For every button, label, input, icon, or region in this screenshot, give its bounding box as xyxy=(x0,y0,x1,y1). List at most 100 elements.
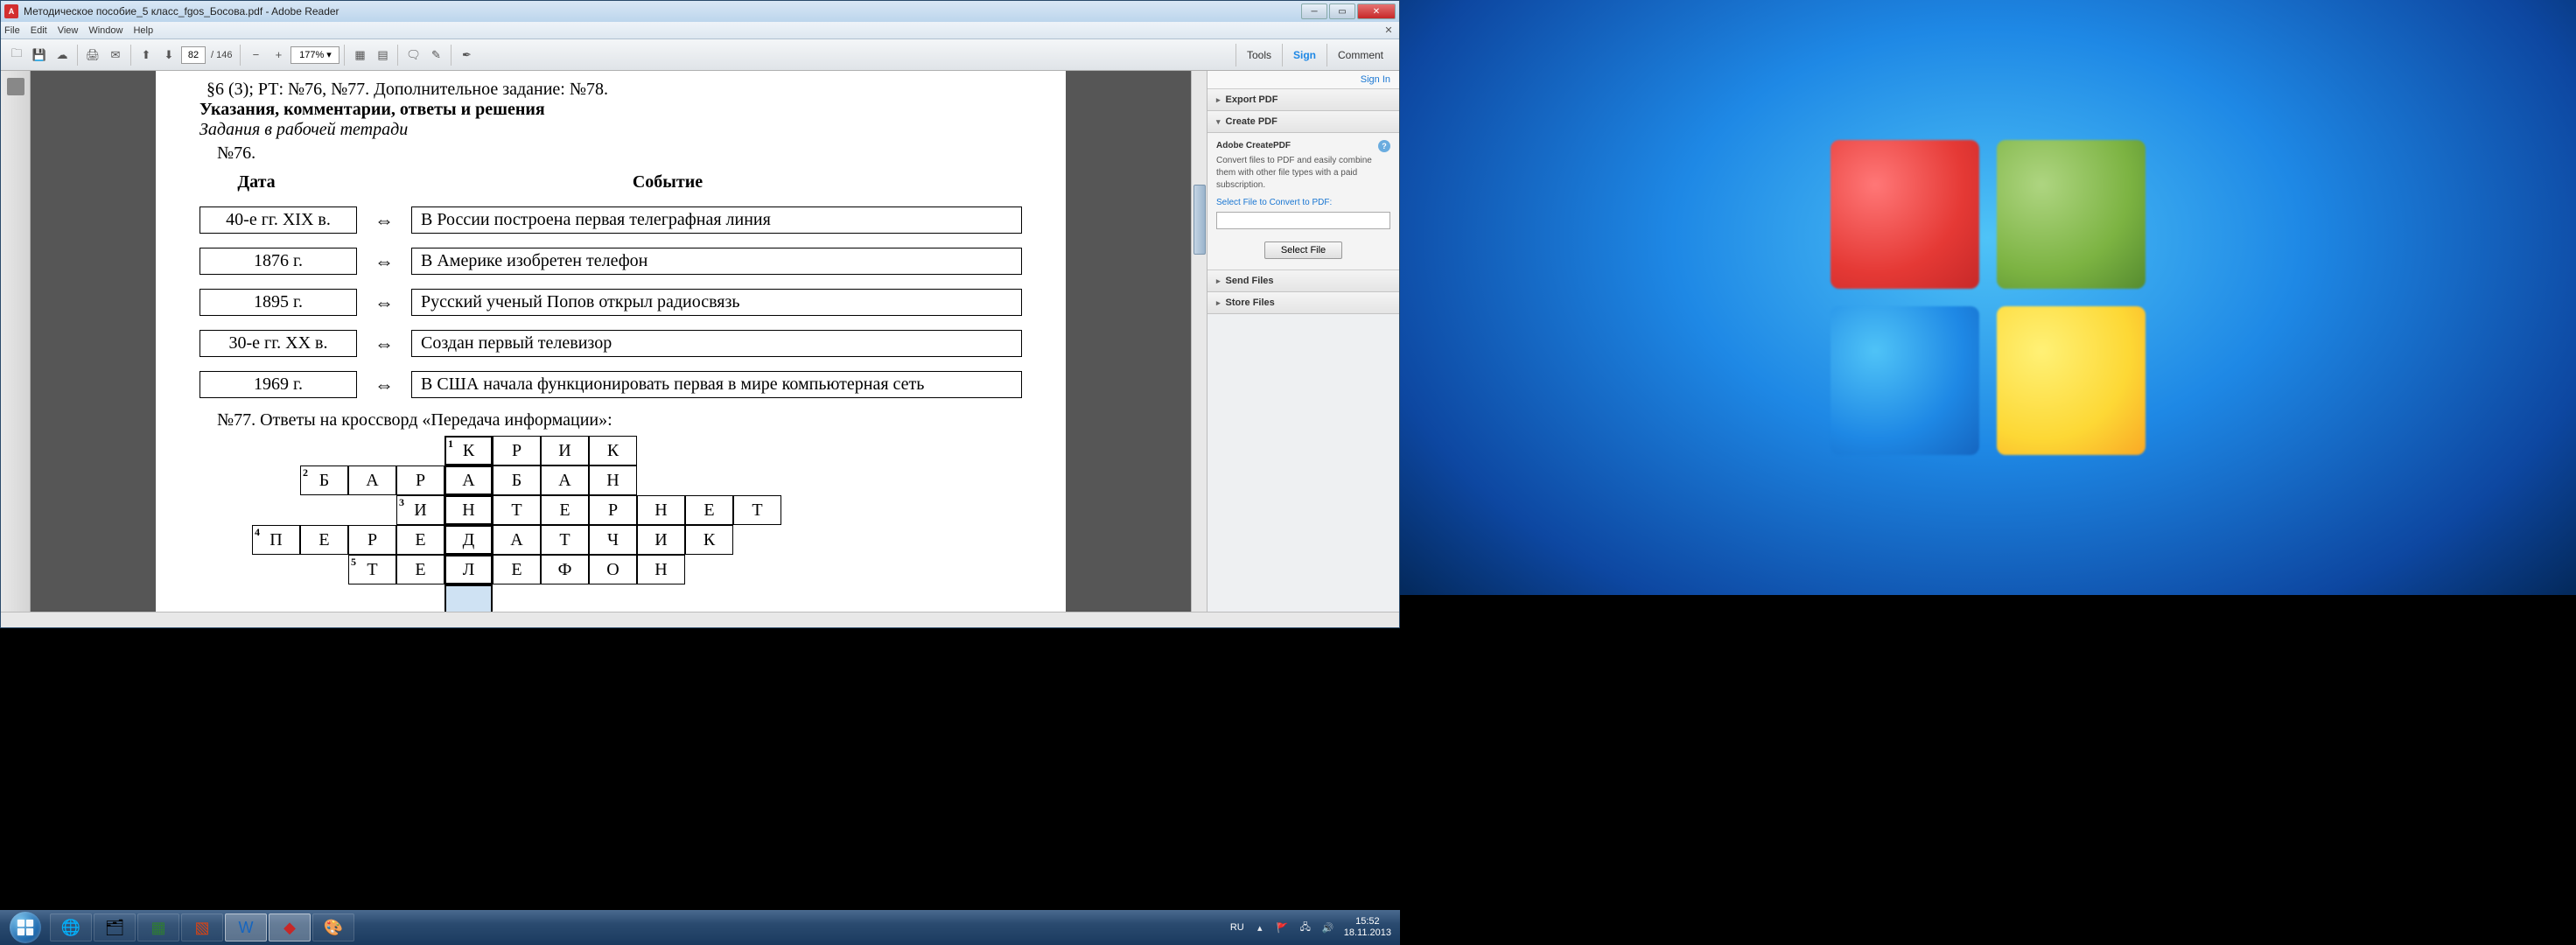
zoom-select[interactable]: 177% ▾ xyxy=(290,46,340,64)
menubar: File Edit View Window Help ✕ xyxy=(1,22,1399,39)
taskbar[interactable]: 🌐 🗂 ▦ ▧ W ◆ 🎨 RU ▴ 🚩 🖧 🔊 15:52 18.11.201… xyxy=(0,910,1400,945)
arrow-icon: ⇔ xyxy=(374,291,394,314)
accordion-send[interactable]: Send Files xyxy=(1208,270,1399,292)
crossword-cell: Л xyxy=(444,555,493,584)
save-icon[interactable]: 💾 xyxy=(29,45,50,66)
crossword-cell: Е xyxy=(685,495,733,525)
tool2-icon[interactable]: ▤ xyxy=(372,45,393,66)
taskbar-reader[interactable]: ◆ xyxy=(269,914,311,942)
crossword-cell: Р xyxy=(348,525,396,555)
menu-help[interactable]: Help xyxy=(133,25,153,36)
toolbar: 🗀 💾 ☁ 🖨 ✉ ⬆ ⬇ / 146 − + 177% ▾ ▦ ▤ 🗨 ✎ ✒… xyxy=(1,39,1399,71)
accordion-create[interactable]: Create PDF xyxy=(1208,111,1399,133)
horizontal-scrollbar[interactable] xyxy=(1,612,1399,627)
scroll-thumb[interactable] xyxy=(1194,185,1206,255)
adobe-reader-window: A Методическое пособие_5 класс_fgos_Босо… xyxy=(0,0,1400,628)
taskbar-chrome[interactable]: 🌐 xyxy=(50,914,92,942)
select-file-button[interactable]: Select File xyxy=(1264,242,1342,259)
date-event-row: 40-е гг. XIX в.⇔В России построена перва… xyxy=(200,206,1022,234)
heading: Указания, комментарии, ответы и решения xyxy=(200,100,1022,120)
accordion-export[interactable]: Export PDF xyxy=(1208,89,1399,111)
desktop-wallpaper xyxy=(1400,0,2576,595)
crossword-cell: Е xyxy=(396,525,444,555)
crossword-cell: А xyxy=(541,466,589,495)
network-icon[interactable]: 🖧 xyxy=(1298,920,1312,934)
print-icon[interactable]: 🖨 xyxy=(82,45,103,66)
date-box: 40-е гг. XIX в. xyxy=(200,206,357,234)
flag-icon[interactable]: 🚩 xyxy=(1276,920,1290,934)
maximize-button[interactable]: ▭ xyxy=(1329,4,1355,19)
arrow-icon: ⇔ xyxy=(374,374,394,396)
comment-icon[interactable]: 🗨 xyxy=(402,45,424,66)
sign-in-link[interactable]: Sign In xyxy=(1208,71,1399,89)
crossword-cell: А xyxy=(348,466,396,495)
tool-icon[interactable]: ▦ xyxy=(349,45,370,66)
tools-tab[interactable]: Tools xyxy=(1236,44,1282,66)
zoom-in-icon[interactable]: + xyxy=(268,45,289,66)
menubar-close-doc[interactable]: ✕ xyxy=(1382,24,1396,37)
page-number-input[interactable] xyxy=(181,46,206,64)
signature-icon[interactable]: ✒ xyxy=(456,45,477,66)
crossword-cell: Н xyxy=(637,495,685,525)
page-total: / 146 xyxy=(211,50,232,60)
crossword-cell: О xyxy=(589,555,637,584)
crossword-cell: Е xyxy=(300,525,348,555)
mail-icon[interactable]: ✉ xyxy=(105,45,126,66)
crossword-cell xyxy=(444,584,493,612)
start-button[interactable] xyxy=(2,910,49,945)
titlebar[interactable]: A Методическое пособие_5 класс_fgos_Босо… xyxy=(1,1,1399,22)
crossword-cell: Т xyxy=(493,495,541,525)
taskbar-explorer[interactable]: 🗂 xyxy=(94,914,136,942)
crossword-cell: Ч xyxy=(589,525,637,555)
page-up-icon[interactable]: ⬆ xyxy=(136,45,157,66)
taskbar-powerpoint[interactable]: ▧ xyxy=(181,914,223,942)
pdf-page: §6 (3); РТ: №76, №77. Дополнительное зад… xyxy=(156,71,1066,612)
open-icon[interactable]: 🗀 xyxy=(6,45,27,66)
event-box: Создан первый телевизор xyxy=(411,330,1022,357)
sign-tab[interactable]: Sign xyxy=(1282,44,1326,66)
task-77: №77. Ответы на кроссворд «Передача инфор… xyxy=(217,410,1022,430)
cloud-icon[interactable]: ☁ xyxy=(52,45,73,66)
help-icon[interactable]: ? xyxy=(1378,140,1390,152)
crossword-cell: Т5 xyxy=(348,555,396,584)
crossword-cell: Н xyxy=(637,555,685,584)
zoom-out-icon[interactable]: − xyxy=(245,45,266,66)
crossword-cell: Р xyxy=(396,466,444,495)
event-box: В России построена первая телеграфная ли… xyxy=(411,206,1022,234)
date-box: 1969 г. xyxy=(200,371,357,398)
lang-indicator[interactable]: RU xyxy=(1230,922,1244,933)
select-file-input[interactable] xyxy=(1216,212,1390,229)
close-button[interactable]: ✕ xyxy=(1357,4,1396,19)
crossword-cell: Р xyxy=(493,436,541,466)
thumbnails-icon[interactable] xyxy=(7,78,24,95)
menu-file[interactable]: File xyxy=(4,25,20,36)
right-panel: Sign In Export PDF Create PDF Adobe Crea… xyxy=(1207,71,1399,612)
volume-icon[interactable]: 🔊 xyxy=(1321,920,1335,934)
taskbar-word[interactable]: W xyxy=(225,914,267,942)
crossword-cell: Е xyxy=(541,495,589,525)
window-title: Методическое пособие_5 класс_fgos_Босова… xyxy=(24,5,340,18)
crossword-cell: Ф xyxy=(541,555,589,584)
taskbar-excel[interactable]: ▦ xyxy=(137,914,179,942)
tray-up-icon[interactable]: ▴ xyxy=(1253,920,1267,934)
document-viewport[interactable]: §6 (3); РТ: №76, №77. Дополнительное зад… xyxy=(31,71,1191,612)
clock[interactable]: 15:52 18.11.2013 xyxy=(1344,916,1391,939)
vertical-scrollbar[interactable] xyxy=(1191,71,1207,612)
accordion-store[interactable]: Store Files xyxy=(1208,292,1399,314)
minimize-button[interactable]: ─ xyxy=(1301,4,1327,19)
event-box: В Америке изобретен телефон xyxy=(411,248,1022,275)
taskbar-paint[interactable]: 🎨 xyxy=(312,914,354,942)
comment-tab[interactable]: Comment xyxy=(1326,44,1394,66)
crossword-cell: Б2 xyxy=(300,466,348,495)
create-title: Adobe CreatePDF xyxy=(1216,140,1291,152)
crossword-cell: К xyxy=(589,436,637,466)
menu-window[interactable]: Window xyxy=(88,25,122,36)
menu-edit[interactable]: Edit xyxy=(31,25,47,36)
crossword-cell: И xyxy=(637,525,685,555)
system-tray[interactable]: RU ▴ 🚩 🖧 🔊 15:52 18.11.2013 xyxy=(1223,916,1398,939)
event-box: Русский ученый Попов открыл радиосвязь xyxy=(411,289,1022,316)
highlight-icon[interactable]: ✎ xyxy=(425,45,446,66)
event-box: В США начала функционировать первая в ми… xyxy=(411,371,1022,398)
menu-view[interactable]: View xyxy=(58,25,79,36)
page-down-icon[interactable]: ⬇ xyxy=(158,45,179,66)
